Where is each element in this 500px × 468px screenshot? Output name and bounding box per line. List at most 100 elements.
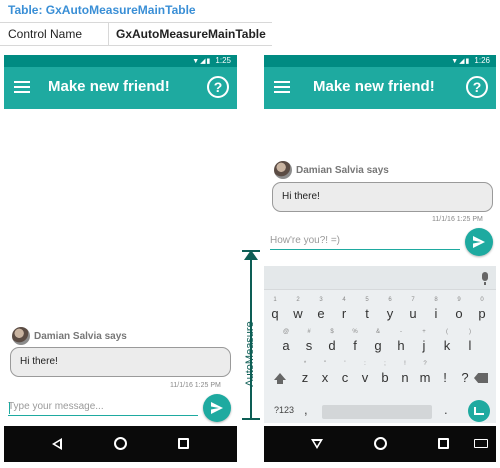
key-q[interactable]: 1q (264, 297, 286, 321)
key-hint: # (307, 329, 311, 335)
key-t[interactable]: 5t (356, 297, 378, 321)
message-input[interactable]: Type your message... (8, 398, 198, 416)
key-hint: + (422, 329, 426, 335)
nav-back-icon[interactable] (52, 438, 62, 450)
key-e[interactable]: 3e (310, 297, 332, 321)
key-r[interactable]: 4r (333, 297, 355, 321)
symbols-key[interactable]: ?123 (274, 405, 294, 415)
enter-icon[interactable] (468, 400, 490, 422)
key-h[interactable]: -h (390, 329, 412, 353)
period-key[interactable]: . (444, 402, 448, 417)
message-bubble: Hi there! (10, 347, 231, 377)
key-z[interactable]: * z (294, 361, 316, 385)
app-bar: Make new friend! ? (264, 67, 496, 109)
key-label: l (468, 338, 472, 353)
nav-home-icon[interactable] (374, 437, 387, 450)
nav-back-icon[interactable] (311, 439, 323, 449)
send-button[interactable] (203, 394, 231, 422)
signal-icon: ▼◢▮ (192, 58, 212, 65)
key-c[interactable]: ' c (334, 361, 356, 385)
key-hint: @ (282, 329, 290, 335)
key-hint: 4 (342, 297, 346, 303)
keyboard-switch-icon[interactable] (474, 439, 488, 448)
key-label: j (422, 338, 426, 353)
key-a[interactable]: @ a (275, 329, 297, 353)
measure-label: AutoMeasure (244, 321, 256, 387)
status-bar: ▼◢▮ 1:25 (4, 55, 237, 67)
shift-icon[interactable] (274, 373, 286, 384)
key-label: c (341, 370, 349, 385)
send-icon (211, 402, 223, 414)
status-bar: ▼◢▮ 1:26 (264, 55, 496, 67)
system-nav-bar (4, 426, 237, 462)
app-bar: Make new friend! ? (4, 67, 237, 109)
backspace-icon[interactable] (474, 373, 488, 383)
key-v[interactable]: :v (354, 361, 376, 385)
avatar (12, 327, 30, 345)
key-p[interactable]: 0p (471, 297, 493, 321)
key-b[interactable]: ; b (374, 361, 396, 385)
key-label: f (353, 338, 357, 353)
key-label: b (381, 370, 389, 385)
key-n[interactable]: ! n (394, 361, 416, 385)
menu-icon[interactable] (274, 81, 290, 93)
send-button[interactable] (465, 228, 493, 256)
key-label: x (321, 370, 329, 385)
status-time: 1:25 (215, 56, 231, 65)
key-label: n (401, 370, 409, 385)
key-g[interactable]: & g (367, 329, 389, 353)
key-hint: : (364, 361, 366, 367)
send-icon (473, 236, 485, 248)
table-title: Table: GxAutoMeasureMainTable (8, 3, 196, 17)
comma-key[interactable]: , (304, 402, 308, 417)
message-timestamp: 11/1/16 1:25 PM (170, 382, 221, 389)
key-o[interactable]: 9o (448, 297, 470, 321)
key-s[interactable]: # s (298, 329, 320, 353)
nav-home-icon[interactable] (114, 437, 127, 450)
app-title: Make new friend! (48, 78, 170, 95)
key-punct-7[interactable]: ! (434, 370, 456, 385)
key-label: d (328, 338, 336, 353)
key-w[interactable]: 2w (287, 297, 309, 321)
menu-icon[interactable] (14, 81, 30, 93)
key-x[interactable]: " x (314, 361, 336, 385)
key-hint: ( (446, 329, 448, 335)
key-j[interactable]: + j (413, 329, 435, 353)
key-label: u (409, 306, 417, 321)
message-input[interactable]: How're you?! =) (270, 232, 460, 250)
key-label: ? (461, 370, 469, 385)
key-hint: 9 (457, 297, 461, 303)
text-cursor (9, 402, 10, 414)
nav-recents-icon[interactable] (178, 438, 189, 449)
key-m[interactable]: ? m (414, 361, 436, 385)
property-divider (108, 22, 109, 46)
key-label: w (293, 306, 303, 321)
key-f[interactable]: % f (344, 329, 366, 353)
key-l[interactable]: ) l (459, 329, 481, 353)
key-hint: 2 (296, 297, 300, 303)
help-icon[interactable]: ? (466, 76, 488, 98)
mic-icon[interactable] (482, 272, 488, 285)
soft-keyboard: 1q2w3e4r5t6y7u8i9o0p @ a # s $ d% f & g - h + j(k) l … (264, 266, 496, 423)
app-title: Make new friend! (313, 78, 435, 95)
keyboard-suggestion-bar (264, 266, 496, 290)
space-key[interactable] (322, 405, 432, 419)
key-label: s (305, 338, 313, 353)
key-k[interactable]: (k (436, 329, 458, 353)
avatar (274, 161, 292, 179)
key-hint: % (352, 329, 358, 335)
key-label: m (419, 370, 431, 385)
help-icon[interactable]: ? (207, 76, 229, 98)
right-phone-screen: ▼◢▮ 1:26 Make new friend! ? Damian Salvia… (264, 55, 496, 462)
key-label: q (271, 306, 279, 321)
key-i[interactable]: 8i (425, 297, 447, 321)
key-hint: ? (423, 361, 427, 367)
key-hint: " (323, 361, 327, 367)
key-u[interactable]: 7u (402, 297, 424, 321)
key-d[interactable]: $ d (321, 329, 343, 353)
key-y[interactable]: 6y (379, 297, 401, 321)
nav-recents-icon[interactable] (438, 438, 449, 449)
key-hint: ' (344, 361, 346, 367)
key-punct-8[interactable]: ? (454, 370, 476, 385)
key-hint: 7 (411, 297, 415, 303)
